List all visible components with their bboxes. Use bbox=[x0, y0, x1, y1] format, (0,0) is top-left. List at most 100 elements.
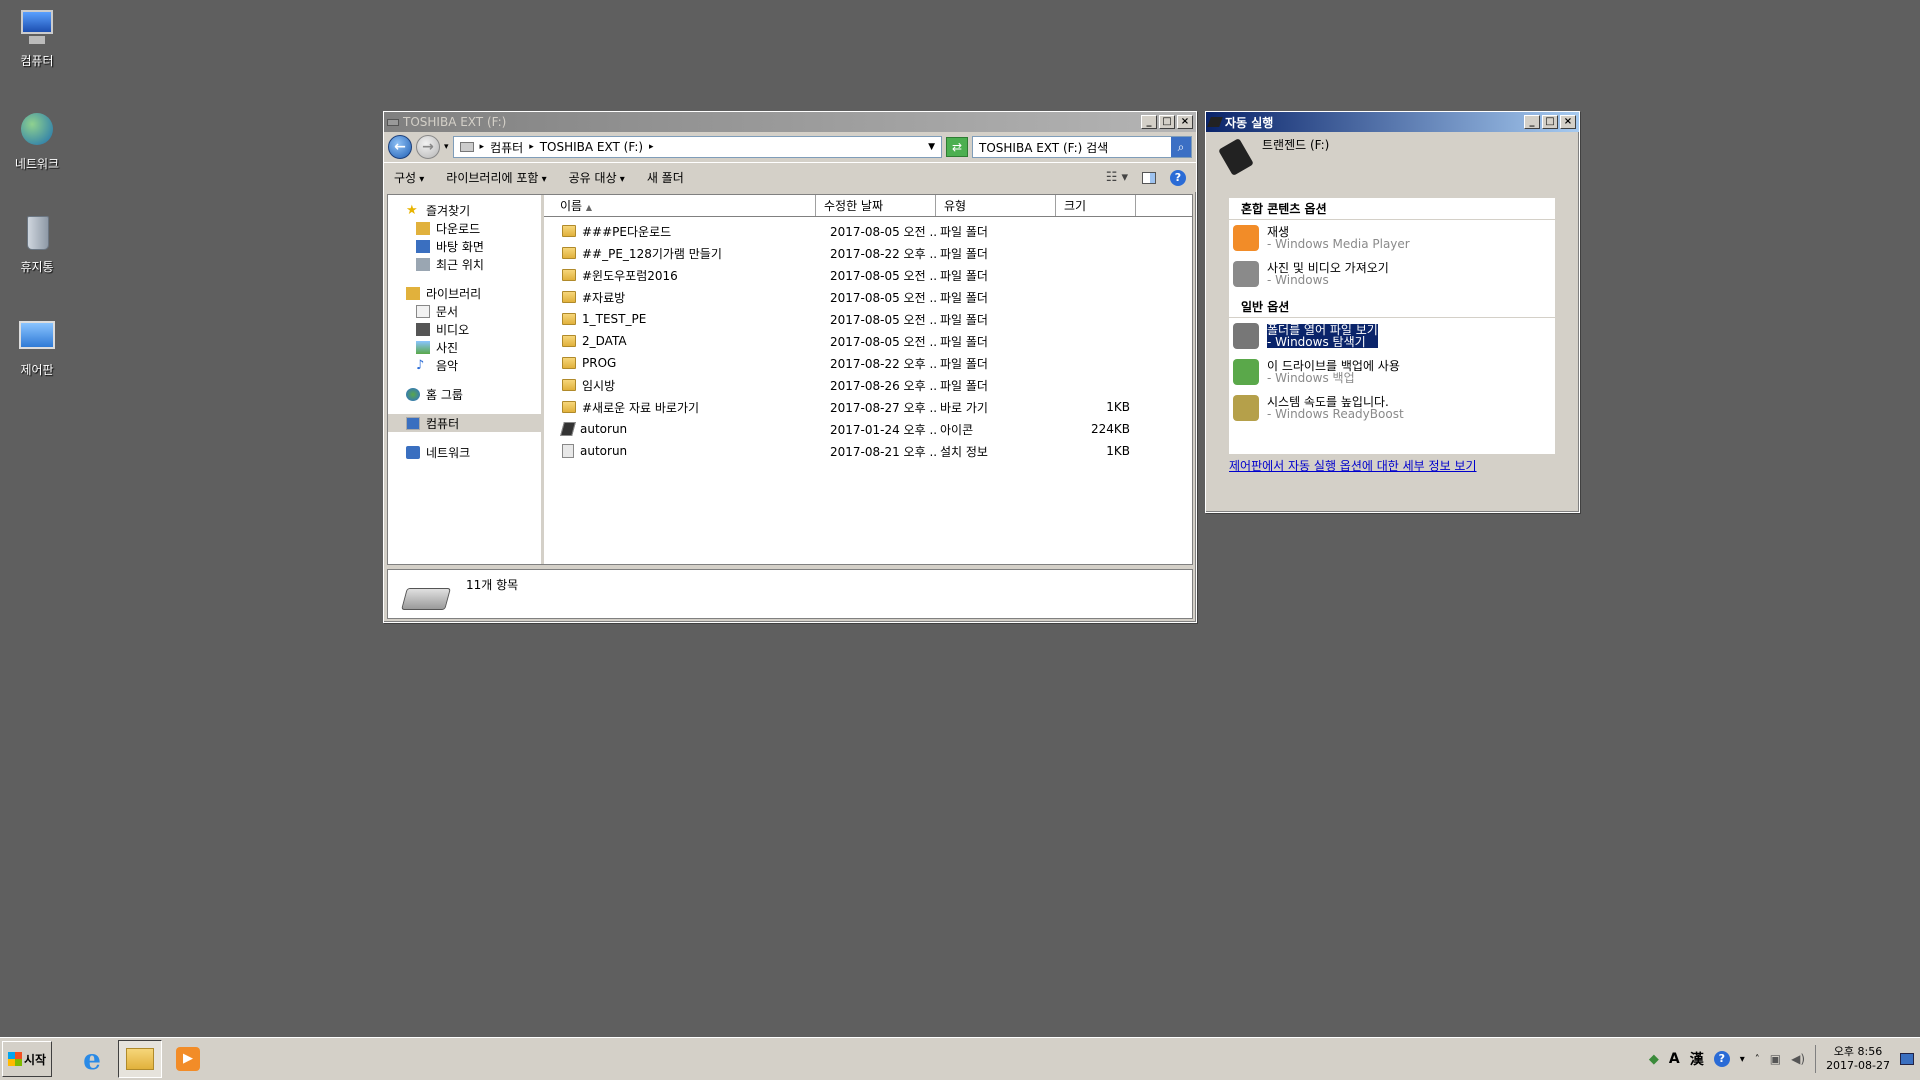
nav-pictures[interactable]: 사진 bbox=[388, 338, 541, 356]
start-button[interactable]: 시작 bbox=[2, 1041, 52, 1077]
volume-icon[interactable]: ◀) bbox=[1791, 1052, 1805, 1066]
desktop-icon-recycle-bin[interactable]: 휴지통 bbox=[6, 214, 68, 275]
close-button[interactable]: × bbox=[1177, 115, 1193, 129]
column-size[interactable]: 크기 bbox=[1056, 195, 1136, 216]
refresh-button[interactable]: ⇄ bbox=[946, 137, 968, 157]
explorer-titlebar[interactable]: TOSHIBA EXT (F:) _ □ × bbox=[384, 112, 1196, 132]
documents-icon bbox=[416, 304, 430, 318]
include-library-button[interactable]: 라이브러리에 포함 bbox=[446, 169, 546, 186]
ime-hanja[interactable]: 漢 bbox=[1690, 1049, 1704, 1069]
file-row[interactable]: 2_DATA 2017-08-05 오전 ... 파일 폴더 bbox=[544, 330, 1192, 352]
nav-downloads[interactable]: 다운로드 bbox=[388, 219, 541, 237]
videos-icon bbox=[416, 322, 430, 336]
nav-libraries[interactable]: 라이브러리 bbox=[388, 284, 541, 302]
clock[interactable]: 오후 8:56 2017-08-27 bbox=[1815, 1045, 1890, 1073]
file-row[interactable]: autorun 2017-08-21 오후 ... 설치 정보 1KB bbox=[544, 440, 1192, 462]
file-modified: 2017-08-05 오전 ... bbox=[830, 290, 936, 305]
nav-label: 최근 위치 bbox=[436, 257, 484, 272]
help-icon[interactable]: ? bbox=[1170, 169, 1186, 186]
address-bar[interactable]: ▸ 컴퓨터 ▸ TOSHIBA EXT (F:) ▸ ▼ bbox=[452, 136, 942, 158]
nav-desktop[interactable]: 바탕 화면 bbox=[388, 237, 541, 255]
network-tray-icon[interactable]: ▣ bbox=[1770, 1052, 1781, 1066]
forward-button[interactable]: → bbox=[416, 135, 440, 159]
control-panel-link[interactable]: 제어판에서 자동 실행 옵션에 대한 세부 정보 보기 bbox=[1229, 457, 1477, 474]
show-desktop-icon[interactable] bbox=[1900, 1053, 1914, 1065]
column-type[interactable]: 유형 bbox=[936, 195, 1056, 216]
file-rows: ###PE다운로드 2017-08-05 오전 ... 파일 폴더 ##_PE_128… bbox=[544, 217, 1192, 462]
file-row[interactable]: #새로운 자료 바로가기 2017-08-27 오후 ... 바로 가기 1KB bbox=[544, 396, 1192, 418]
nav-network[interactable]: 네트워크 bbox=[388, 443, 541, 461]
nav-favorites[interactable]: ★ 즐겨찾기 bbox=[388, 201, 541, 219]
option-import[interactable]: 사진 및 비디오 가져오기 - Windows bbox=[1229, 256, 1555, 292]
option-readyboost[interactable]: 시스템 속도를 높입니다. - Windows ReadyBoost bbox=[1229, 390, 1555, 426]
desktop-icon-control-panel[interactable]: 제어판 bbox=[6, 317, 68, 378]
file-row[interactable]: autorun 2017-01-24 오후 ... 아이콘 224KB bbox=[544, 418, 1192, 440]
tray-expand-icon[interactable]: ˄ bbox=[1755, 1054, 1760, 1065]
address-dropdown-icon[interactable]: ▼ bbox=[928, 142, 935, 152]
nav-videos[interactable]: 비디오 bbox=[388, 320, 541, 338]
pictures-icon bbox=[416, 340, 430, 354]
minimize-button[interactable]: _ bbox=[1141, 115, 1157, 129]
file-row[interactable]: #자료방 2017-08-05 오전 ... 파일 폴더 bbox=[544, 286, 1192, 308]
network-icon bbox=[17, 111, 57, 151]
close-button[interactable]: × bbox=[1560, 115, 1576, 129]
file-row[interactable]: 임시방 2017-08-26 오후 ... 파일 폴더 bbox=[544, 374, 1192, 396]
breadcrumb-drive[interactable]: TOSHIBA EXT (F:) bbox=[540, 140, 643, 154]
nav-label: 홈 그룹 bbox=[426, 387, 463, 402]
navigation-pane: ★ 즐겨찾기 다운로드 바탕 화면 최근 위치 라이브러리 문서 비디오 사진 ♪… bbox=[388, 195, 544, 564]
chevron-down-icon[interactable]: ▾ bbox=[444, 142, 449, 152]
file-type: 파일 폴더 bbox=[940, 334, 988, 349]
file-row[interactable]: ##_PE_128기가램 만들기 2017-08-22 오후 ... 파일 폴더 bbox=[544, 242, 1192, 264]
file-row[interactable]: #윈도우포럼2016 2017-08-05 오전 ... 파일 폴더 bbox=[544, 264, 1192, 286]
file-row[interactable]: PROG 2017-08-22 오후 ... 파일 폴더 bbox=[544, 352, 1192, 374]
ime-mode-a[interactable]: A bbox=[1669, 1051, 1680, 1067]
desktop-icon-network[interactable]: 네트워크 bbox=[6, 111, 68, 172]
maximize-button[interactable]: □ bbox=[1159, 115, 1175, 129]
ime-help-icon[interactable]: ? bbox=[1713, 1051, 1730, 1067]
option-backup[interactable]: 이 드라이브를 백업에 사용 - Windows 백업 bbox=[1229, 354, 1555, 390]
nav-music[interactable]: ♪ 음악 bbox=[388, 356, 541, 374]
file-type: 아이콘 bbox=[940, 422, 974, 437]
column-modified[interactable]: 수정한 날짜 bbox=[816, 195, 936, 216]
organize-button[interactable]: 구성 bbox=[394, 169, 424, 186]
folder-icon bbox=[562, 335, 576, 347]
desktop-icon-computer[interactable]: 컴퓨터 bbox=[6, 8, 68, 69]
column-name[interactable]: 이름 ▲ bbox=[544, 195, 816, 216]
search-input[interactable]: TOSHIBA EXT (F:) 검색 ⌕ bbox=[972, 136, 1192, 158]
option-open-folder[interactable]: 폴더를 열어 파일 보기 - Windows 탐색기 bbox=[1229, 318, 1555, 354]
backup-icon bbox=[1233, 359, 1259, 385]
autoplay-titlebar[interactable]: 자동 실행 _ □ × bbox=[1206, 112, 1579, 132]
taskbar-explorer[interactable] bbox=[118, 1040, 162, 1078]
nav-homegroup[interactable]: 홈 그룹 bbox=[388, 385, 541, 403]
file-list: 이름 ▲ 수정한 날짜 유형 크기 ###PE다운로드 2017-08-05 오전… bbox=[544, 195, 1192, 564]
file-modified: 2017-08-26 오후 ... bbox=[830, 378, 936, 393]
nav-computer[interactable]: 컴퓨터 bbox=[388, 414, 541, 432]
preview-pane-icon[interactable] bbox=[1142, 171, 1156, 184]
minimize-button[interactable]: _ bbox=[1524, 115, 1540, 129]
breadcrumb-computer[interactable]: 컴퓨터 bbox=[490, 139, 523, 156]
language-icon[interactable]: ◆ bbox=[1649, 1052, 1659, 1067]
file-row[interactable]: 1_TEST_PE 2017-08-05 오전 ... 파일 폴더 bbox=[544, 308, 1192, 330]
camera-icon bbox=[1233, 261, 1259, 287]
back-button[interactable]: ← bbox=[388, 135, 412, 159]
section-mixed-content: 혼합 콘텐츠 옵션 bbox=[1229, 198, 1555, 220]
device-name: 트랜젠드 (F:) bbox=[1262, 138, 1330, 152]
view-options-icon[interactable]: ☷ ▾ bbox=[1106, 170, 1128, 185]
share-button[interactable]: 공유 대상 bbox=[569, 169, 625, 186]
taskbar-media-player[interactable]: ▶ bbox=[166, 1040, 210, 1078]
option-play[interactable]: 재생 - Windows Media Player bbox=[1229, 220, 1555, 256]
nav-documents[interactable]: 문서 bbox=[388, 302, 541, 320]
network-icon bbox=[406, 445, 420, 459]
maximize-button[interactable]: □ bbox=[1542, 115, 1558, 129]
nav-recent[interactable]: 최근 위치 bbox=[388, 255, 541, 273]
file-row[interactable]: ###PE다운로드 2017-08-05 오전 ... 파일 폴더 bbox=[544, 220, 1192, 242]
file-name: 임시방 bbox=[582, 378, 616, 393]
explorer-body: ★ 즐겨찾기 다운로드 바탕 화면 최근 위치 라이브러리 문서 비디오 사진 ♪… bbox=[387, 194, 1193, 565]
desktop-icon-label: 컴퓨터 bbox=[20, 54, 54, 68]
taskbar-internet-explorer[interactable]: e bbox=[70, 1040, 114, 1078]
search-icon[interactable]: ⌕ bbox=[1171, 137, 1191, 157]
new-folder-button[interactable]: 새 폴더 bbox=[647, 169, 684, 186]
recycle-bin-icon bbox=[17, 214, 57, 254]
ime-options-icon[interactable]: ▾ bbox=[1740, 1054, 1745, 1065]
address-row: ← → ▾ ▸ 컴퓨터 ▸ TOSHIBA EXT (F:) ▸ ▼ ⇄ TOS… bbox=[384, 132, 1196, 162]
